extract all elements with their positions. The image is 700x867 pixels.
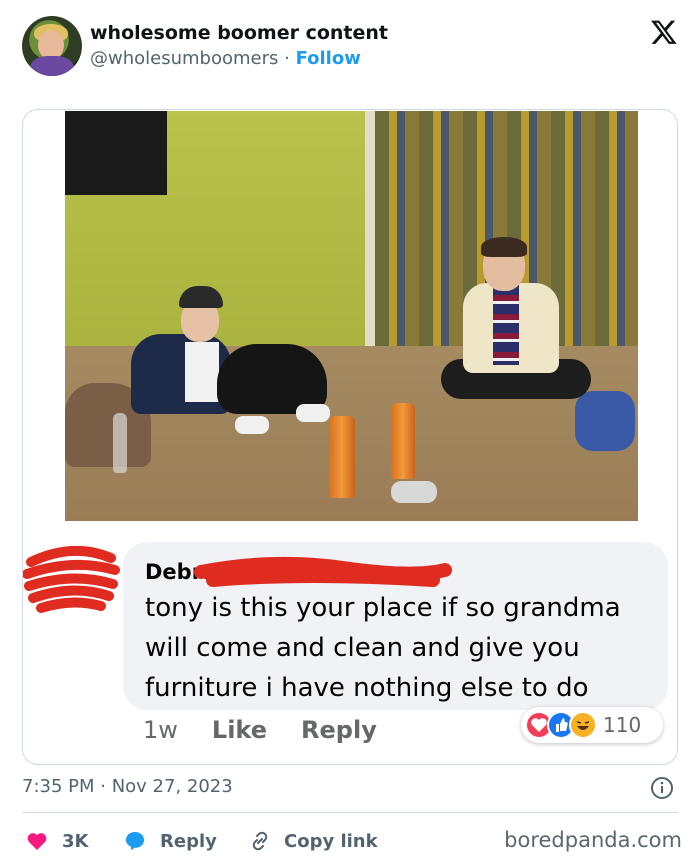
glass-bottle — [113, 413, 127, 473]
copy-link-label: Copy link — [284, 830, 378, 852]
person-left-sock — [235, 416, 269, 434]
x-logo-icon[interactable] — [650, 18, 678, 46]
redacted-surname — [194, 556, 452, 587]
reaction-summary[interactable]: 110 — [521, 707, 663, 743]
heart-icon — [27, 833, 47, 850]
author-display-name[interactable]: wholesome boomer content — [90, 22, 388, 44]
likes-count: 3K — [62, 830, 89, 852]
author-handle-row: @wholesumboomers · Follow — [90, 48, 361, 69]
follow-button[interactable]: Follow — [296, 48, 361, 69]
author-handle[interactable]: @wholesumboomers — [90, 48, 278, 69]
wall-tv — [65, 111, 167, 195]
reply-button[interactable]: Reply — [122, 828, 217, 854]
handle-separator: · — [278, 48, 296, 69]
person-right-scarf — [493, 285, 519, 365]
person-left-sock — [296, 404, 330, 422]
link-icon — [252, 831, 268, 851]
info-icon[interactable] — [650, 776, 674, 800]
author-avatar[interactable] — [22, 16, 82, 76]
redacted-avatar — [23, 545, 120, 613]
like-button[interactable]: 3K — [24, 828, 88, 854]
avatar-body — [30, 56, 74, 76]
comment-actions: 1w Like Reply — [143, 716, 411, 750]
person-right-hair — [481, 237, 527, 257]
tweet-header: wholesome boomer content @wholesumboomer… — [22, 14, 682, 80]
orange-bottle — [391, 403, 415, 479]
haha-reaction-icon — [569, 711, 597, 739]
footer-divider — [22, 812, 678, 813]
media-card[interactable]: Debra tony is this your place if so gran… — [22, 109, 678, 765]
comment-time: 1w — [143, 716, 178, 744]
drink-can — [391, 481, 437, 503]
person-left — [131, 286, 331, 456]
orange-bottle — [329, 416, 355, 498]
comment-text: tony is this your place if so grandma wi… — [145, 593, 621, 703]
tweet-footer: 3K Reply Copy link boredpanda.com — [22, 824, 682, 858]
reaction-count: 110 — [603, 713, 642, 737]
copy-link-button[interactable]: Copy link — [248, 828, 378, 854]
party-photo — [65, 111, 638, 521]
tweet-timestamp[interactable]: 7:35 PM · Nov 27, 2023 — [22, 776, 233, 797]
watermark: boredpanda.com — [504, 828, 682, 852]
reply-label: Reply — [160, 830, 217, 852]
comment-reply-button[interactable]: Reply — [301, 716, 377, 744]
person-left-shirt — [185, 342, 219, 402]
comment-bubble: Debra tony is this your place if so gran… — [123, 542, 668, 710]
person-left-cap — [179, 286, 223, 308]
comment-like-button[interactable]: Like — [212, 716, 267, 744]
reply-bubble-icon — [126, 832, 144, 850]
person-right — [441, 237, 591, 426]
